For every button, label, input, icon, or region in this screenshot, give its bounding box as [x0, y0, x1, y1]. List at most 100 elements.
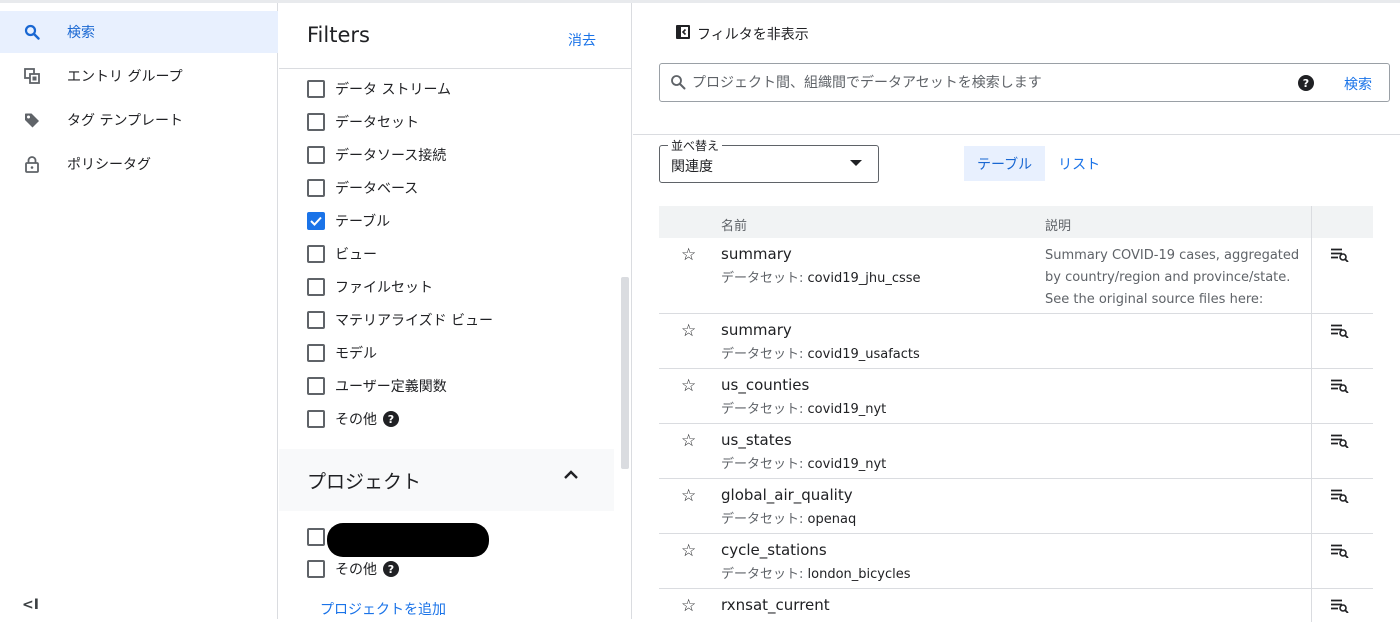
checkbox-checked[interactable] [307, 212, 325, 230]
nav-item-search[interactable]: 検索 [0, 11, 278, 53]
table-row[interactable]: ☆ summary データセット: covid19_jhu_csse Summa… [659, 238, 1373, 314]
row-name[interactable]: rxnsat_current [721, 596, 830, 614]
add-project-link[interactable]: プロジェクトを追加 [320, 599, 446, 619]
star-icon[interactable]: ☆ [681, 486, 696, 506]
nav-item-policy-tags[interactable]: ポリシータグ [0, 143, 278, 185]
filter-table[interactable]: テーブル [307, 209, 390, 233]
filter-datasource-connection[interactable]: データソース接続 [307, 143, 446, 167]
filters-title: Filters [307, 23, 370, 47]
collapse-nav-button[interactable]: <I [22, 597, 39, 613]
query-icon[interactable] [1331, 378, 1349, 397]
nav-item-label: エントリ グループ [67, 69, 183, 85]
filter-label: ビュー [335, 247, 377, 263]
section-divider [633, 134, 1400, 135]
filter-label: データベース [335, 181, 419, 197]
table-row[interactable]: ☆ us_counties データセット: covid19_nyt [659, 369, 1373, 424]
row-name[interactable]: summary [721, 245, 792, 263]
row-dataset: データセット: covid19_jhu_csse [721, 271, 921, 286]
row-name[interactable]: global_air_quality [721, 486, 853, 504]
checkbox[interactable] [307, 80, 325, 98]
row-name[interactable]: us_states [721, 431, 792, 449]
checkbox[interactable] [307, 560, 325, 578]
hide-panel-icon [675, 24, 691, 44]
query-icon[interactable] [1331, 433, 1349, 452]
filter-datastream[interactable]: データ ストリーム [307, 77, 451, 101]
query-icon[interactable] [1331, 247, 1349, 266]
hide-filters-button[interactable]: フィルタを非表示 [675, 24, 809, 44]
checkbox[interactable] [307, 377, 325, 395]
filter-label: マテリアライズド ビュー [335, 313, 494, 329]
star-icon[interactable]: ☆ [681, 376, 696, 396]
star-icon[interactable]: ☆ [681, 541, 696, 561]
star-icon[interactable]: ☆ [681, 431, 696, 451]
checkbox[interactable] [307, 344, 325, 362]
filter-materialized-view[interactable]: マテリアライズド ビュー [307, 308, 493, 332]
filter-project-other[interactable]: その他? [307, 557, 399, 581]
checkbox[interactable] [307, 146, 325, 164]
search-input[interactable] [692, 72, 1292, 94]
dropdown-arrow-icon [850, 160, 862, 166]
checkbox[interactable] [307, 410, 325, 428]
row-name[interactable]: us_counties [721, 376, 809, 394]
nav-item-label: タグ テンプレート [67, 113, 184, 129]
filter-label: データセット [335, 115, 419, 131]
nav-item-entry-groups[interactable]: エントリ グループ [0, 55, 278, 97]
row-dataset: データセット: london_bicycles [721, 567, 911, 582]
view-toggle: テーブル リスト [964, 146, 1113, 181]
filter-label: その他 [335, 562, 377, 578]
table-row[interactable]: ☆ summary データセット: covid19_usafacts [659, 314, 1373, 369]
table-row[interactable]: ☆ global_air_quality データセット: openaq [659, 479, 1373, 534]
sort-select[interactable]: 並べ替え 関連度 [659, 137, 879, 183]
search-icon [22, 22, 42, 42]
filter-model[interactable]: モデル [307, 341, 377, 365]
table-row[interactable]: ☆ cycle_stations データセット: london_bicycles [659, 534, 1373, 589]
row-dataset: データセット: covid19_nyt [721, 457, 887, 472]
filter-label: その他 [335, 412, 377, 428]
row-dataset: データセット: openaq [721, 512, 857, 527]
list-view-button[interactable]: リスト [1045, 146, 1113, 181]
checkbox[interactable] [307, 311, 325, 329]
filters-panel: Filters 消去 データ ストリーム データセット データソース接続 データ… [279, 3, 632, 619]
filter-label: ファイルセット [335, 280, 433, 296]
filter-other[interactable]: その他? [307, 407, 399, 431]
filter-label: モデル [335, 346, 377, 362]
query-icon[interactable] [1331, 323, 1349, 342]
table-view-button[interactable]: テーブル [964, 146, 1046, 181]
checkbox[interactable] [307, 278, 325, 296]
query-icon[interactable] [1331, 598, 1349, 617]
row-name[interactable]: cycle_stations [721, 541, 827, 559]
star-icon[interactable]: ☆ [681, 245, 696, 265]
left-nav: 検索 エントリ グループ タグ テンプレート ポリシータグ <I [0, 3, 278, 619]
filters-scrollbar[interactable] [621, 277, 629, 469]
search-button[interactable]: 検索 [1344, 74, 1372, 94]
redacted-project-name [327, 523, 489, 557]
star-icon[interactable]: ☆ [681, 321, 696, 341]
chevron-up-icon[interactable] [563, 467, 579, 487]
table-row[interactable]: ☆ us_states データセット: covid19_nyt [659, 424, 1373, 479]
star-icon[interactable]: ☆ [681, 596, 696, 616]
help-icon[interactable]: ? [383, 561, 399, 577]
help-icon[interactable]: ? [1298, 75, 1314, 91]
checkbox[interactable] [307, 245, 325, 263]
filter-label: ユーザー定義関数 [335, 379, 447, 395]
query-icon[interactable] [1331, 543, 1349, 562]
row-name[interactable]: summary [721, 321, 792, 339]
help-icon[interactable]: ? [383, 411, 399, 427]
row-dataset: データセット: covid19_nyt [721, 402, 887, 417]
filter-dataset[interactable]: データセット [307, 110, 419, 134]
checkbox[interactable] [307, 179, 325, 197]
column-header-description[interactable]: 説明 [1045, 215, 1071, 234]
filter-fileset[interactable]: ファイルセット [307, 275, 433, 299]
filter-udf[interactable]: ユーザー定義関数 [307, 374, 447, 398]
column-header-name[interactable]: 名前 [721, 215, 747, 234]
checkbox[interactable] [307, 113, 325, 131]
checkbox[interactable] [307, 528, 325, 546]
nav-item-tag-templates[interactable]: タグ テンプレート [0, 99, 278, 141]
nav-item-label: 検索 [67, 25, 95, 41]
query-icon[interactable] [1331, 488, 1349, 507]
clear-filters-button[interactable]: 消去 [568, 30, 596, 50]
filter-view[interactable]: ビュー [307, 242, 377, 266]
project-section-header[interactable]: プロジェクト [279, 449, 614, 511]
filter-database[interactable]: データベース [307, 176, 418, 200]
table-row[interactable]: ☆ rxnsat_current [659, 589, 1373, 644]
